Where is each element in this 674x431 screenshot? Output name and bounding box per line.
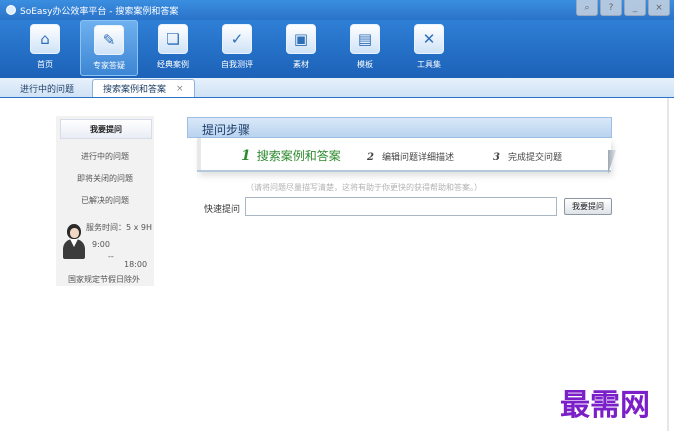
ask-question-button[interactable]: 我要提问 — [564, 198, 612, 215]
step-2: 2 编辑问题详细描述 — [367, 150, 454, 163]
step-label: 编辑问题详细描述 — [381, 153, 454, 163]
sidebar-item-in-progress[interactable]: 进行中的问题 — [56, 145, 154, 167]
app-logo-icon — [6, 5, 16, 15]
close-icon[interactable]: × — [648, 0, 670, 16]
tab-strip: 进行中的问题 搜索案例和答案 × — [0, 78, 674, 98]
step-3: 3 完成提交问题 — [493, 150, 562, 163]
step-label: 搜索案例和答案 — [256, 149, 341, 163]
search-icon[interactable]: ⌕ — [576, 0, 598, 16]
steps-title: 提问步骤 — [202, 123, 251, 137]
service-time-separator: -- — [108, 252, 114, 261]
tab-label: 进行中的问题 — [20, 84, 75, 95]
toolbar-item-case-book[interactable]: ❏ 经典案例 — [144, 20, 202, 76]
question-hint: （请将问题尽量描写清楚，这将有助于你更快的获得帮助和答案。） — [246, 183, 482, 192]
tab-close-icon[interactable]: × — [176, 84, 184, 94]
minimize-icon[interactable]: _ — [624, 0, 646, 16]
service-hours-panel: 服务时间：5 x 9H 9:00 -- 18:00 国家规定节假日除外 — [56, 220, 154, 284]
window-controls: ⌕ ? _ × — [576, 0, 670, 20]
step-number: 3 — [493, 152, 500, 163]
step-number: 1 — [241, 148, 251, 164]
self-test-icon: ✓ — [222, 24, 252, 54]
sidebar-item-label: 进行中的问题 — [81, 151, 129, 161]
toolbar-item-material[interactable]: ▣ 素材 — [272, 20, 330, 76]
sidebar-item-label: 即将关闭的问题 — [77, 173, 133, 183]
support-agent-avatar — [62, 224, 86, 260]
toolbar-item-label: 素材 — [293, 60, 309, 69]
toolbar-item-label: 模板 — [357, 60, 373, 69]
title-bar: SoEasy办公效率平台 - 搜索案例和答案 ⌕ ? _ × — [0, 0, 674, 20]
quick-question-label: 快速提问 — [204, 205, 241, 215]
service-hours-label: 服务时间：5 x 9H — [86, 223, 153, 232]
sidebar-item-label: 已解决的问题 — [81, 195, 129, 205]
tools-icon: ✕ — [414, 24, 444, 54]
step-1: 1 搜索案例和答案 — [241, 147, 341, 164]
sidebar-item-resolved[interactable]: 已解决的问题 — [56, 189, 154, 211]
toolbar-item-self-test[interactable]: ✓ 自我测评 — [208, 20, 266, 76]
toolbar-item-template[interactable]: ▤ 模板 — [336, 20, 394, 76]
main-toolbar: ⌂ 首页 ✎ 专家答疑 ❏ 经典案例 ✓ 自我测评 ▣ 素材 ▤ 模板 ✕ 工具集 — [0, 20, 674, 78]
step-number: 2 — [367, 152, 374, 163]
steps-progress: 1 搜索案例和答案 2 编辑问题详细描述 3 完成提交问题 — [197, 138, 611, 172]
case-book-icon: ❏ — [158, 24, 188, 54]
tab-in-progress[interactable]: 进行中的问题 — [10, 79, 84, 97]
holiday-note: 国家规定节假日除外 — [68, 275, 140, 284]
quick-question-input[interactable] — [245, 197, 557, 216]
service-end-time: 18:00 — [124, 260, 148, 269]
template-icon: ▤ — [350, 24, 380, 54]
step-label: 完成提交问题 — [507, 153, 562, 163]
toolbar-item-home[interactable]: ⌂ 首页 — [16, 20, 74, 76]
material-icon: ▣ — [286, 24, 316, 54]
toolbar-item-label: 经典案例 — [157, 60, 189, 69]
toolbar-item-expert-qa[interactable]: ✎ 专家答疑 — [80, 20, 138, 76]
toolbar-item-tools[interactable]: ✕ 工具集 — [400, 20, 458, 76]
sidebar-item-label: 我要提问 — [90, 124, 122, 134]
service-start-time: 9:00 — [92, 240, 110, 249]
window-title: SoEasy办公效率平台 - 搜索案例和答案 — [20, 6, 179, 17]
sidebar-item-ask-question[interactable]: 我要提问 — [60, 119, 152, 139]
toolbar-item-label: 自我测评 — [221, 60, 253, 69]
site-watermark: 最需网 — [560, 388, 650, 423]
home-icon: ⌂ — [30, 24, 60, 54]
help-icon[interactable]: ? — [600, 0, 622, 16]
sidebar-item-closing-soon[interactable]: 即将关闭的问题 — [56, 167, 154, 189]
steps-header: 提问步骤 — [187, 117, 612, 138]
toolbar-item-label: 工具集 — [417, 60, 441, 69]
tab-search-cases[interactable]: 搜索案例和答案 × — [92, 79, 195, 97]
sidebar: 我要提问 进行中的问题 即将关闭的问题 已解决的问题 服务时间：5 x 9H 9… — [56, 116, 154, 286]
toolbar-item-label: 专家答疑 — [93, 61, 125, 70]
content-right-border — [667, 98, 669, 431]
tab-label: 搜索案例和答案 — [103, 85, 167, 95]
toolbar-item-label: 首页 — [37, 60, 53, 69]
expert-qa-icon: ✎ — [94, 25, 124, 55]
